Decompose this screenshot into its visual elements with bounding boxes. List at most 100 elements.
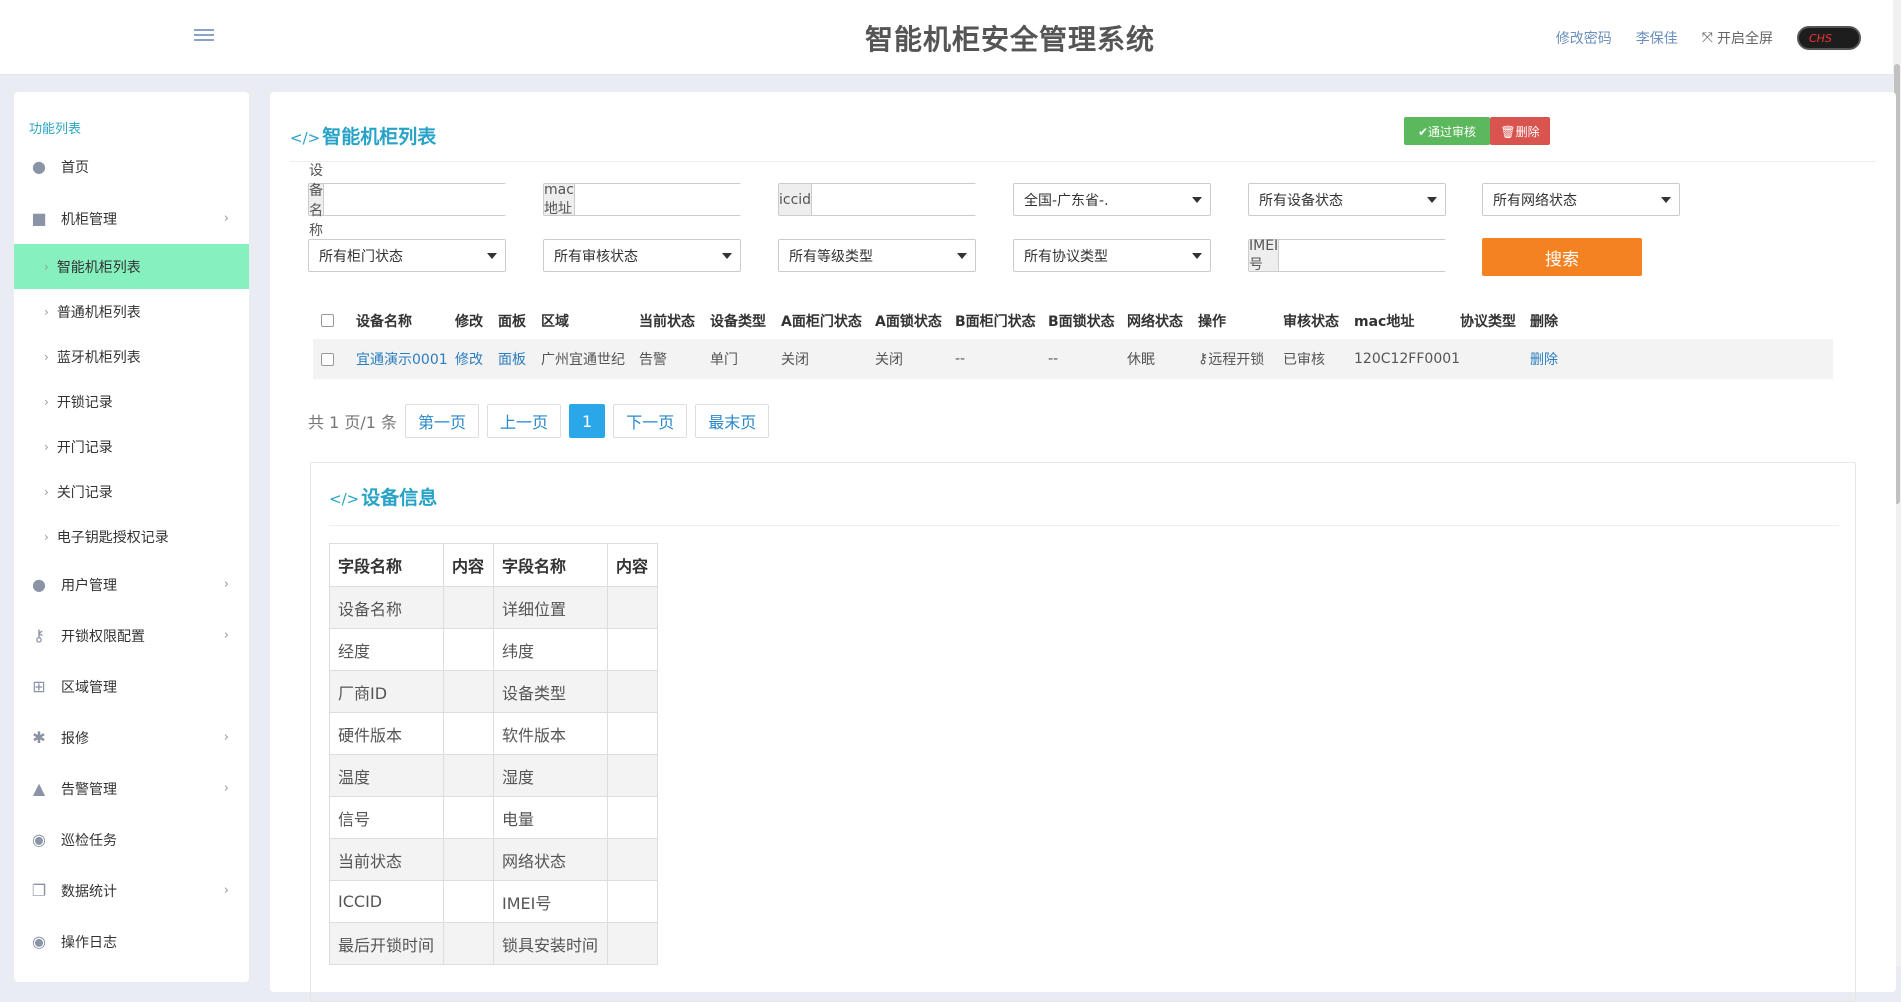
cell-b-lock-status: --: [1048, 351, 1059, 367]
sidebar-subitem-smart-cabinet-list[interactable]: › 智能机柜列表: [14, 244, 249, 289]
sidebar-item-repair[interactable]: ✱ 报修 ›: [14, 715, 249, 760]
field-name: 设备类型: [493, 670, 608, 713]
col-header: 面板: [498, 313, 526, 330]
remote-unlock-button[interactable]: ⚷ 远程开锁: [1198, 339, 1264, 379]
eye-icon: ◉: [32, 830, 46, 849]
edit-link[interactable]: 修改: [455, 339, 483, 379]
field-name: ICCID: [329, 880, 444, 923]
sidebar-item-statistics[interactable]: ❐ 数据统计 ›: [14, 868, 249, 913]
table-header: 设备名称 修改 面板 区域 当前状态 设备类型 A面柜门状态 A面锁状态 B面柜…: [313, 302, 1833, 339]
col-header: 内容: [443, 543, 494, 587]
network-status-select[interactable]: 所有网络状态: [1482, 183, 1680, 216]
chevron-right-icon: ›: [223, 628, 229, 643]
device-name-input[interactable]: [324, 184, 517, 215]
audit-status-select[interactable]: 所有审核状态: [543, 239, 741, 272]
imei-input[interactable]: [1279, 240, 1473, 271]
sidebar-item-label: 报修: [61, 730, 89, 747]
chevron-right-icon: ›: [44, 349, 49, 364]
field-value: [607, 712, 658, 755]
caret-down-icon: [487, 253, 497, 259]
level-type-select[interactable]: 所有等级类型: [778, 239, 976, 272]
sidebar-item-region-management[interactable]: ⊞ 区域管理: [14, 664, 249, 709]
field-name: 锁具安装时间: [493, 922, 608, 965]
field-name: 详细位置: [493, 586, 608, 629]
sidebar-subitem-label: 普通机柜列表: [56, 304, 141, 321]
col-header: 设备名称: [356, 313, 412, 330]
current-page-button[interactable]: 1: [569, 404, 606, 438]
sidebar-heading: 功能列表: [29, 122, 82, 137]
cell-a-door-status: 关闭: [781, 352, 809, 368]
device-name-link[interactable]: 宜通演示0001: [356, 339, 448, 379]
col-header: A面柜门状态: [781, 313, 862, 330]
col-header: 修改: [455, 313, 483, 330]
first-page-button[interactable]: 第一页: [405, 404, 480, 438]
field-name: 信号: [329, 796, 444, 839]
mac-label: mac地址: [544, 181, 575, 217]
mac-filter: mac地址: [543, 181, 768, 217]
sidebar-item-inspection-tasks[interactable]: ◉ 巡检任务: [14, 817, 249, 862]
search-button[interactable]: 搜索: [1482, 238, 1642, 276]
field-value: [443, 880, 494, 923]
col-header: 设备类型: [710, 313, 766, 330]
page-info: 共 1 页/1 条: [308, 413, 398, 432]
field-value: [443, 796, 494, 839]
field-value: [443, 628, 494, 671]
sidebar-item-cabinet-management[interactable]: ■ 机柜管理 ›: [14, 196, 249, 241]
last-page-button[interactable]: 最末页: [695, 404, 770, 438]
field-value: [607, 586, 658, 629]
device-info-title: </> 设备信息: [329, 487, 438, 509]
select-all-checkbox[interactable]: [321, 314, 334, 327]
approve-button[interactable]: ✔通过审核: [1404, 117, 1490, 145]
language-switch[interactable]: CHS: [1797, 26, 1861, 50]
field-value: [443, 838, 494, 881]
sidebar-subitem-unlock-records[interactable]: › 开锁记录: [14, 379, 249, 424]
top-links: 修改密码 李保佳 ⤧ 开启全屏 CHS: [1556, 26, 1861, 50]
field-name: 硬件版本: [329, 712, 444, 755]
sidebar-item-home[interactable]: ● 首页: [14, 144, 249, 189]
field-value: [607, 628, 658, 671]
sidebar-item-user-management[interactable]: ● 用户管理 ›: [14, 562, 249, 607]
sidebar-item-unlock-permissions[interactable]: ⚷ 开锁权限配置 ›: [14, 613, 249, 658]
code-icon: </>: [290, 129, 321, 147]
field-name: 最后开锁时间: [329, 922, 444, 965]
table-row: 最后开锁时间 锁具安装时间: [329, 922, 658, 965]
cell-b-door-status: --: [955, 351, 966, 367]
sidebar-subitem-bluetooth-cabinet-list[interactable]: › 蓝牙机柜列表: [14, 334, 249, 379]
iccid-input[interactable]: [812, 184, 1006, 215]
top-bar: 智能机柜安全管理系统 修改密码 李保佳 ⤧ 开启全屏 CHS: [0, 0, 1901, 75]
change-password-link[interactable]: 修改密码: [1556, 28, 1612, 48]
mac-input[interactable]: [574, 184, 768, 215]
row-checkbox[interactable]: [321, 352, 334, 366]
cell-audit-status: 已审核: [1283, 352, 1325, 368]
divider: [290, 161, 1876, 162]
fullscreen-link[interactable]: ⤧ 开启全屏: [1702, 28, 1773, 48]
protocol-type-select[interactable]: 所有协议类型: [1013, 239, 1211, 272]
user-name-link[interactable]: 李保佳: [1636, 28, 1678, 48]
sidebar-subitem-normal-cabinet-list[interactable]: › 普通机柜列表: [14, 289, 249, 334]
cell-network-status: 休眠: [1127, 352, 1155, 368]
col-header: 当前状态: [639, 313, 695, 330]
sidebar-item-operation-log[interactable]: ◉ 操作日志: [14, 919, 249, 964]
caret-down-icon: [957, 253, 967, 259]
door-status-select[interactable]: 所有柜门状态: [308, 239, 506, 272]
col-header: 删除: [1530, 313, 1558, 330]
next-page-button[interactable]: 下一页: [613, 404, 688, 438]
sidebar-subitem-open-door-records[interactable]: › 开门记录: [14, 424, 249, 469]
panel-link[interactable]: 面板: [498, 339, 526, 379]
chevron-right-icon: ›: [44, 439, 49, 454]
sidebar-subitem-close-door-records[interactable]: › 关门记录: [14, 469, 249, 514]
sidebar-subitem-ekey-auth-records[interactable]: › 电子钥匙授权记录: [14, 514, 249, 559]
fullscreen-label: 开启全屏: [1717, 31, 1773, 47]
sidebar-item-label: 巡检任务: [61, 832, 117, 849]
region-select[interactable]: 全国-广东省-.: [1013, 183, 1211, 216]
sidebar-item-alarm-management[interactable]: ▲ 告警管理 ›: [14, 766, 249, 811]
device-status-select[interactable]: 所有设备状态: [1248, 183, 1446, 216]
field-name: 湿度: [493, 754, 608, 797]
delete-link[interactable]: 删除: [1530, 339, 1558, 379]
iccid-label: iccid: [779, 184, 813, 215]
user-icon: ●: [32, 157, 46, 176]
prev-page-button[interactable]: 上一页: [487, 404, 562, 438]
sidebar-item-label: 告警管理: [61, 781, 117, 798]
table-row: 宜通演示0001 修改 面板 广州宜通世纪 告警 单门 关闭 关闭 -- -- …: [313, 339, 1833, 379]
delete-selected-button[interactable]: 🗑删除: [1490, 117, 1550, 145]
